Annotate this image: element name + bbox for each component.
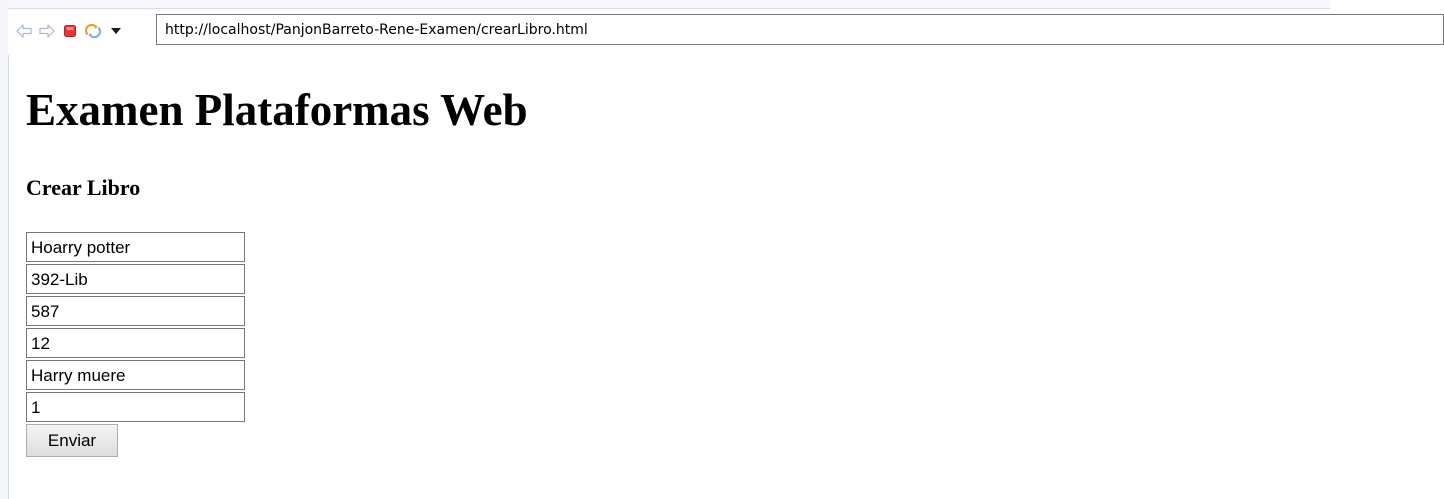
book-name-input[interactable] (26, 232, 245, 262)
url-text: http://localhost/PanjonBarreto-Rene-Exam… (165, 21, 588, 38)
browser-toolbar: http://localhost/PanjonBarreto-Rene-Exam… (8, 9, 1444, 55)
book-field-4-input[interactable] (26, 328, 245, 358)
book-field-6-input[interactable] (26, 392, 245, 422)
browser-window: http://localhost/PanjonBarreto-Rene-Exam… (0, 0, 1444, 499)
submit-button[interactable]: Enviar (26, 424, 118, 457)
back-arrow-icon[interactable] (16, 23, 32, 39)
dropdown-arrow-icon[interactable] (108, 23, 124, 39)
navigation-buttons (16, 19, 124, 43)
page-title: Examen Plataformas Web (26, 85, 528, 135)
address-bar[interactable]: http://localhost/PanjonBarreto-Rene-Exam… (156, 14, 1444, 45)
crear-libro-form: Enviar (26, 232, 246, 457)
refresh-icon[interactable] (85, 23, 101, 39)
page-content: Examen Plataformas Web Crear Libro Envia… (26, 56, 1426, 486)
window-left-border (0, 0, 9, 499)
stop-icon[interactable] (62, 23, 78, 39)
book-pages-input[interactable] (26, 296, 245, 326)
section-title: Crear Libro (26, 175, 141, 200)
forward-arrow-icon[interactable] (39, 23, 55, 39)
book-description-input[interactable] (26, 360, 245, 390)
window-top-border (8, 0, 1330, 9)
book-isbn-input[interactable] (26, 264, 245, 294)
